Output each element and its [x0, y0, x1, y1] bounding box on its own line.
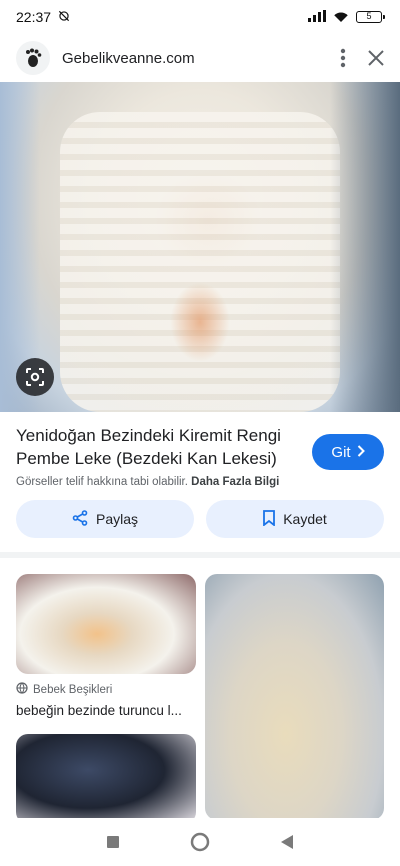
image-stain — [170, 282, 230, 362]
related-image-2[interactable] — [205, 574, 384, 820]
title-row: Yenidoğan Bezindeki Kiremit Rengi Pembe … — [16, 424, 384, 470]
status-bar: 22:37 5 — [0, 0, 400, 34]
related-image-1[interactable] — [16, 574, 196, 674]
save-button[interactable]: Kaydet — [206, 500, 384, 538]
close-icon[interactable] — [368, 50, 384, 66]
top-actions — [340, 48, 384, 68]
section-divider — [0, 552, 400, 558]
image-shade-right — [330, 82, 400, 412]
save-label: Kaydet — [283, 511, 327, 527]
result-info: Yenidoğan Bezindeki Kiremit Rengi Pembe … — [0, 412, 400, 488]
home-icon[interactable] — [180, 822, 220, 862]
status-right: 5 — [308, 9, 385, 26]
site-favicon-icon — [16, 41, 50, 75]
related-item-1-meta: Bebek Beşikleri bebeğin bezinde turuncu … — [16, 682, 196, 718]
status-time: 22:37 — [16, 9, 52, 25]
copyright-text: Görseller telif hakkına tabi olabilir. — [16, 476, 188, 488]
site-name[interactable]: Gebelikveanne.com — [62, 50, 340, 67]
related-caption[interactable]: bebeğin bezinde turuncu l... — [16, 703, 196, 718]
share-icon — [72, 509, 88, 529]
alarm-off-icon — [57, 9, 71, 26]
action-row: Paylaş Kaydet — [16, 500, 384, 538]
signal-icon — [308, 9, 326, 25]
copyright-notice: Görseller telif hakkına tabi olabilir. D… — [16, 476, 384, 488]
main-image[interactable] — [0, 82, 400, 412]
related-source-name: Bebek Beşikleri — [33, 683, 113, 696]
system-nav-bar — [0, 818, 400, 866]
back-icon[interactable] — [267, 822, 307, 862]
go-button-label: Git — [331, 443, 351, 461]
go-button[interactable]: Git — [312, 434, 384, 470]
status-left: 22:37 — [16, 9, 71, 26]
share-button[interactable]: Paylaş — [16, 500, 194, 538]
top-bar: Gebelikveanne.com — [0, 34, 400, 82]
image-diaper-pad — [60, 112, 340, 412]
bookmark-icon — [263, 509, 276, 529]
related-image-3[interactable] — [16, 734, 196, 824]
more-options-icon[interactable] — [340, 48, 346, 68]
wifi-icon — [332, 9, 350, 26]
globe-icon — [16, 682, 28, 697]
share-label: Paylaş — [95, 511, 139, 527]
result-title[interactable]: Yenidoğan Bezindeki Kiremit Rengi Pembe … — [16, 424, 286, 470]
lens-search-icon[interactable] — [16, 358, 54, 396]
more-info-link[interactable]: Daha Fazla Bilgi — [191, 476, 279, 488]
chevron-right-icon — [357, 444, 365, 461]
battery-icon: 5 — [356, 11, 385, 23]
related-source[interactable]: Bebek Beşikleri — [16, 682, 196, 697]
recents-icon[interactable] — [93, 822, 133, 862]
